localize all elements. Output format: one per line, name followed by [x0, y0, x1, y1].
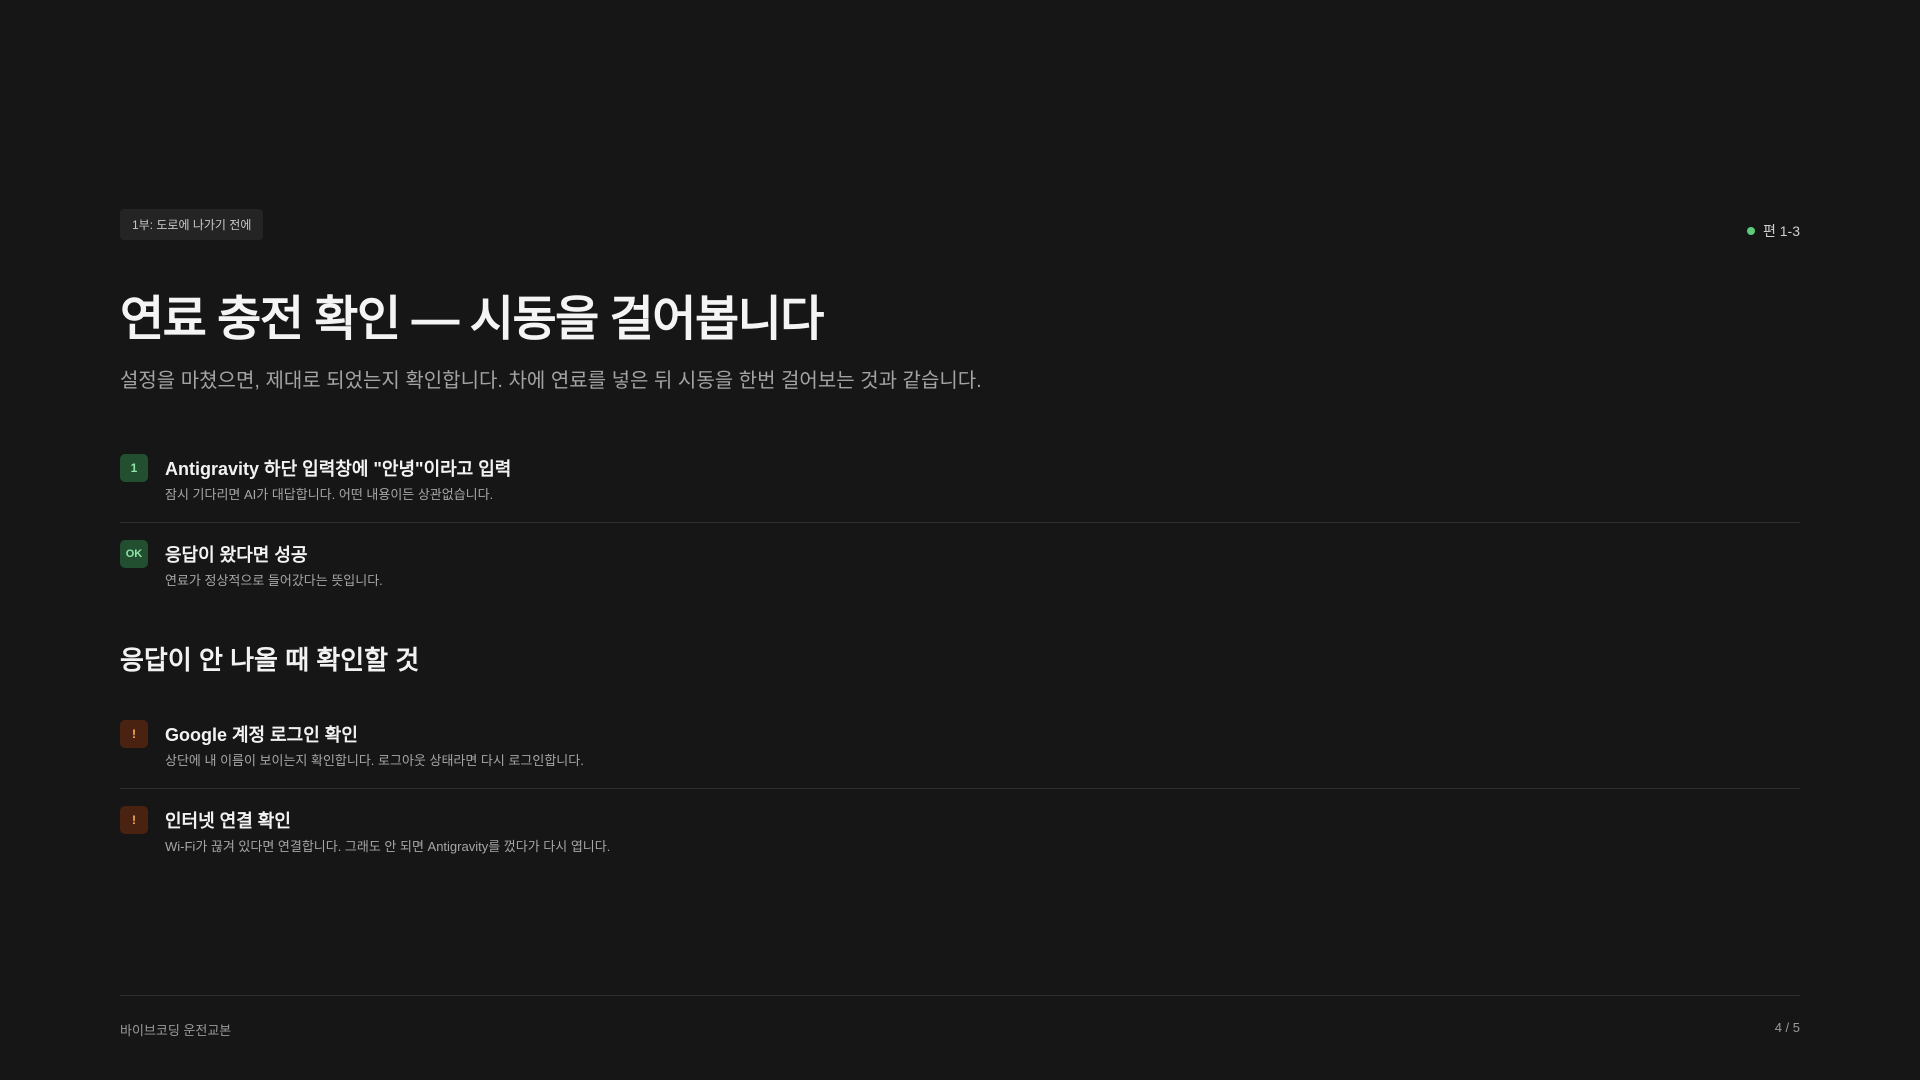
warning-icon: !: [120, 806, 148, 834]
troubleshoot-heading: 응답이 안 나올 때 확인할 것: [120, 645, 420, 675]
episode-indicator: 편 1-3: [1746, 221, 1800, 241]
step-description: 잠시 기다리면 AI가 대답합니다. 어떤 내용이든 상관없습니다.: [165, 487, 494, 502]
footer: 바이브코딩 운전교본 4 / 5: [120, 995, 1800, 1038]
step-item: 1 Antigravity 하단 입력창에 "안녕"이라고 입력 잠시 기다리면…: [120, 452, 1800, 522]
steps-list: 1 Antigravity 하단 입력창에 "안녕"이라고 입력 잠시 기다리면…: [120, 452, 1800, 606]
status-dot-icon: [1746, 227, 1755, 235]
step-description: 연료가 정상적으로 들어갔다는 뜻입니다.: [165, 573, 383, 588]
check-description: 상단에 내 이름이 보이는지 확인합니다. 로그아웃 상태라면 다시 로그인합니…: [165, 753, 584, 768]
check-description: Wi-Fi가 끊겨 있다면 연결합니다. 그래도 안 되면 Antigravit…: [165, 839, 611, 854]
step-title: Antigravity 하단 입력창에 "안녕"이라고 입력: [165, 459, 512, 479]
warning-icon: !: [120, 720, 148, 748]
page-indicator: 4 / 5: [1774, 1020, 1800, 1035]
step-title: 응답이 왔다면 성공: [165, 545, 308, 565]
footer-brand: 바이브코딩 운전교본: [120, 1023, 232, 1038]
check-item: ! Google 계정 로그인 확인 상단에 내 이름이 보이는지 확인합니다.…: [120, 718, 1800, 788]
page-title: 연료 충전 확인 — 시동을 걸어봅니다: [120, 293, 824, 346]
episode-label: 편 1-3: [1762, 223, 1800, 239]
step-item: OK 응답이 왔다면 성공 연료가 정상적으로 들어갔다는 뜻입니다.: [120, 522, 1800, 606]
part-badge: 1부: 도로에 나가기 전에: [120, 209, 264, 240]
step-number-icon: 1: [120, 454, 148, 482]
troubleshoot-list: ! Google 계정 로그인 확인 상단에 내 이름이 보이는지 확인합니다.…: [120, 718, 1800, 872]
slide: 1부: 도로에 나가기 전에 편 1-3 연료 충전 확인 — 시동을 걸어봅니…: [120, 0, 1800, 1080]
check-item: ! 인터넷 연결 확인 Wi-Fi가 끊겨 있다면 연결합니다. 그래도 안 되…: [120, 788, 1800, 872]
check-title: Google 계정 로그인 확인: [165, 725, 358, 745]
ok-check-icon: OK: [120, 540, 148, 568]
check-title: 인터넷 연결 확인: [165, 811, 291, 831]
page-subtitle: 설정을 마쳤으면, 제대로 되었는지 확인합니다. 차에 연료를 넣은 뒤 시동…: [120, 370, 982, 392]
